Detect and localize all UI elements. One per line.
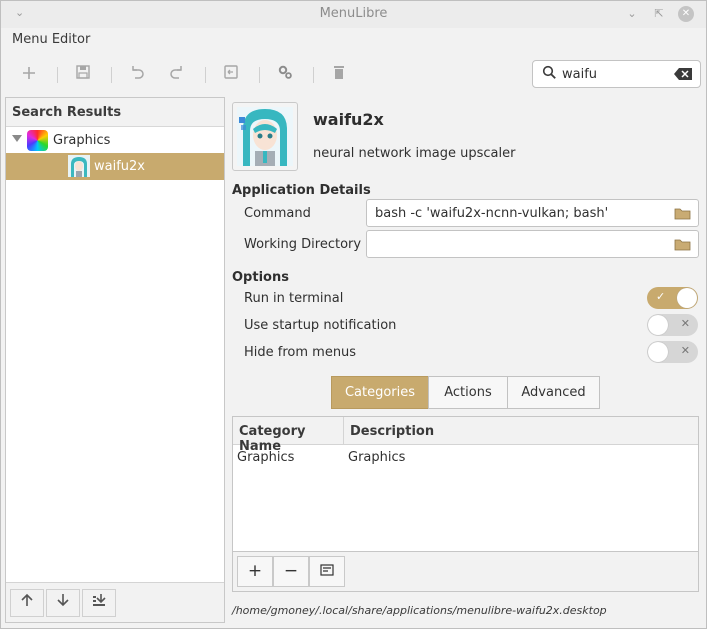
left-pane-toolbar (6, 582, 224, 622)
toggle-knob (648, 315, 668, 335)
search-icon (542, 65, 557, 84)
description-cell: Graphics (348, 450, 406, 465)
startup-notification-label: Use startup notification (244, 318, 397, 333)
toolbar-separator (205, 67, 206, 83)
search-input[interactable]: waifu (532, 60, 701, 88)
x-icon: ✕ (680, 344, 690, 357)
tree-row-label: waifu2x (94, 159, 145, 174)
category-name-cell: Graphics (237, 450, 295, 465)
move-down-button[interactable] (46, 589, 80, 617)
toggle-knob (648, 342, 668, 362)
close-icon[interactable]: ✕ (678, 6, 694, 22)
working-directory-label: Working Directory (244, 237, 362, 252)
move-up-button[interactable] (10, 589, 44, 617)
toggle-knob (677, 288, 697, 308)
command-label: Command (244, 206, 311, 221)
hide-from-menus-toggle[interactable]: ✕ (647, 341, 698, 363)
browse-folder-icon[interactable] (674, 207, 691, 224)
search-value: waifu (562, 67, 598, 82)
redo-icon[interactable] (166, 64, 188, 86)
minimize-icon[interactable]: ⌄ (624, 6, 640, 22)
run-in-terminal-toggle[interactable]: ✓ (647, 287, 698, 309)
startup-notification-toggle[interactable]: ✕ (647, 314, 698, 336)
working-directory-field[interactable] (366, 230, 699, 258)
settings-gears-icon[interactable] (274, 64, 296, 86)
remove-category-button[interactable]: − (273, 556, 309, 587)
save-icon[interactable] (72, 64, 94, 86)
search-results-header: Search Results (6, 98, 224, 127)
menu-editor-menu[interactable]: Menu Editor (12, 32, 90, 47)
revert-icon[interactable] (220, 64, 242, 86)
check-icon: ✓ (656, 290, 666, 303)
tree-row-graphics[interactable]: Graphics (6, 128, 224, 153)
undo-icon[interactable] (126, 64, 148, 86)
window-title: MenuLibre (319, 6, 388, 21)
editor-pane: waifu2x neural network image upscaler Ap… (227, 97, 703, 623)
command-field[interactable]: bash -c 'waifu2x-ncnn-vulkan; bash' (366, 199, 699, 227)
browse-folder-icon[interactable] (674, 238, 691, 255)
app-icon-button[interactable] (232, 102, 298, 171)
search-results-pane: Search Results Graphics waifu2x (5, 97, 225, 623)
app-comment[interactable]: neural network image upscaler (313, 146, 515, 161)
waifu2x-app-icon (68, 155, 90, 177)
hide-from-menus-label: Hide from menus (244, 345, 357, 360)
tree-row-label: Graphics (53, 133, 111, 148)
clear-categories-button[interactable] (309, 556, 345, 587)
clear-search-icon[interactable] (674, 68, 692, 80)
toolbar-separator (259, 67, 260, 83)
tree-row-waifu2x[interactable]: waifu2x (6, 153, 224, 180)
expander-arrow-icon[interactable] (12, 135, 22, 142)
delete-trash-icon[interactable] (328, 64, 350, 86)
add-category-button[interactable]: + (237, 556, 273, 587)
title-bar[interactable]: ⌄ MenuLibre ⌄ ⇱ ✕ (1, 1, 706, 28)
maximize-icon[interactable]: ⇱ (651, 6, 667, 22)
graphics-category-icon (27, 130, 48, 151)
add-icon[interactable] (18, 64, 40, 86)
sort-button[interactable] (82, 589, 116, 617)
x-icon: ✕ (680, 317, 690, 330)
menulibre-window: ⌄ MenuLibre ⌄ ⇱ ✕ Menu Editor waifu Sear… (0, 0, 707, 629)
categories-toolbar: + − (232, 551, 699, 592)
tab-categories[interactable]: Categories (331, 376, 429, 409)
toolbar-separator (57, 67, 58, 83)
options-heading: Options (232, 270, 289, 285)
tab-actions[interactable]: Actions (428, 376, 508, 409)
column-header-category-name[interactable]: Category Name (233, 417, 344, 454)
command-value: bash -c 'waifu2x-ncnn-vulkan; bash' (375, 206, 609, 221)
waifu2x-icon (237, 107, 293, 166)
toolbar: waifu (1, 56, 706, 94)
column-header-description[interactable]: Description (344, 417, 698, 445)
desktop-file-path: /home/gmoney/.local/share/applications/m… (232, 604, 607, 617)
toolbar-separator (111, 67, 112, 83)
application-details-heading: Application Details (232, 183, 371, 198)
run-in-terminal-label: Run in terminal (244, 291, 344, 306)
toolbar-separator (313, 67, 314, 83)
tab-advanced[interactable]: Advanced (507, 376, 600, 409)
app-name[interactable]: waifu2x (313, 110, 384, 129)
